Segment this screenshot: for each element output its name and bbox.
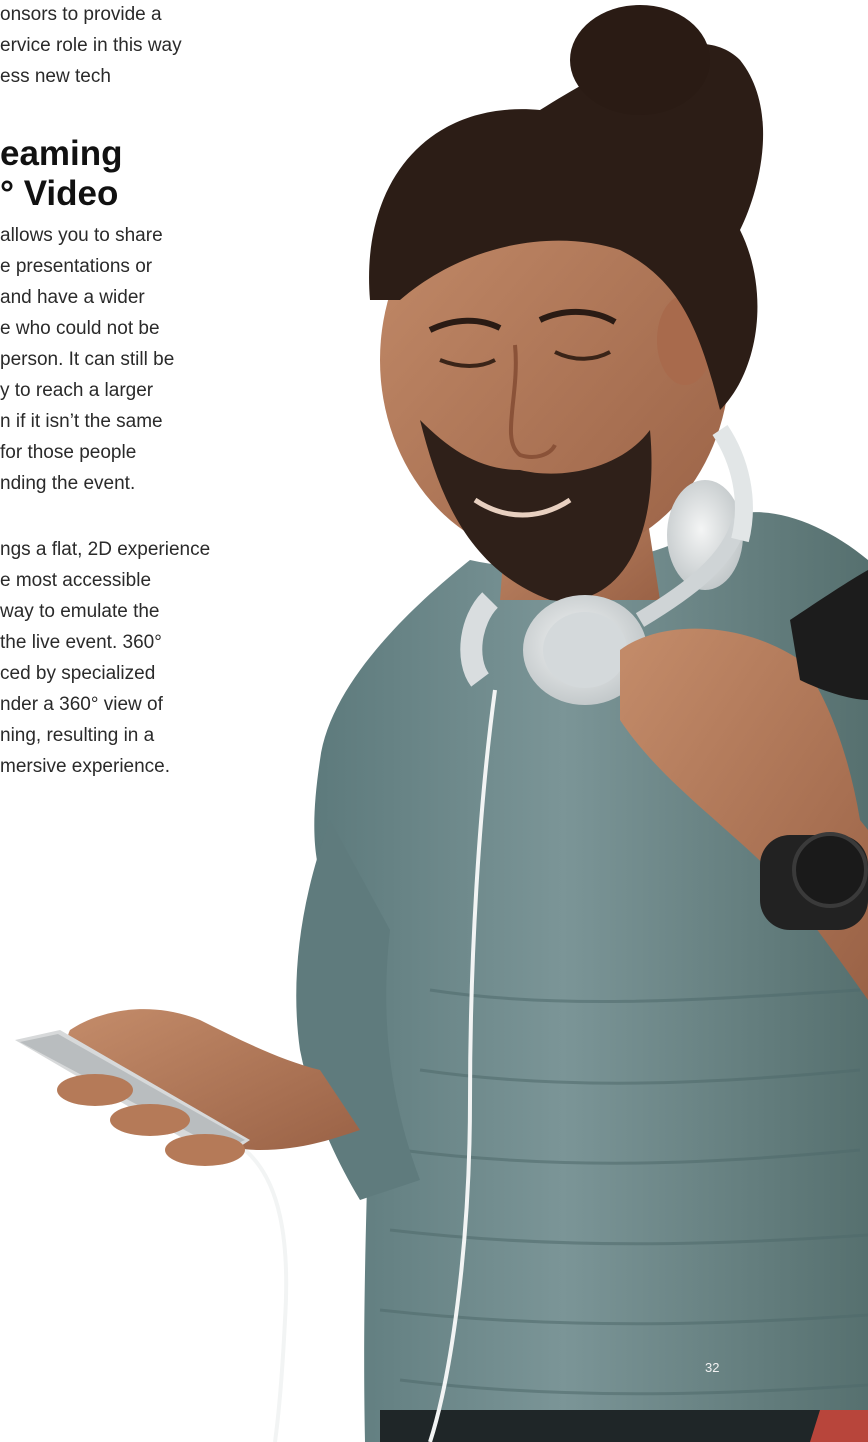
paragraph-line: n if it isn’t the same [0, 411, 163, 432]
section-heading-line: eaming [0, 134, 123, 173]
paragraph-line: allows you to share [0, 225, 163, 246]
paragraph-line: ngs a flat, 2D experience [0, 539, 211, 560]
section-heading-line: ° Video [0, 174, 119, 213]
paragraph-line: mersive experience. [0, 756, 171, 777]
paragraph-line: the live event. 360° [0, 632, 162, 653]
document-page: onsors to provide a ervice role in this … [0, 0, 868, 1442]
paragraph-line: e presentations or [0, 256, 153, 277]
paragraph-line: e most accessible [0, 570, 152, 591]
paragraph-line: y to reach a larger [0, 380, 154, 401]
intro-line: ess new tech [0, 66, 111, 87]
paragraph-line: nding the event. [0, 473, 136, 494]
paragraph-line: way to emulate the [0, 601, 160, 622]
intro-line: ervice role in this way [0, 35, 182, 56]
paragraph-line: ning, resulting in a [0, 725, 155, 746]
intro-line: onsors to provide a [0, 4, 162, 25]
paragraph-line: nder a 360° view of [0, 694, 163, 715]
paragraph-line: for those people [0, 442, 137, 463]
paragraph-line: person. It can still be [0, 349, 175, 370]
page-number: 32 [705, 1360, 720, 1375]
paragraph-line: e who could not be [0, 318, 160, 339]
paragraph-line: ced by specialized [0, 663, 156, 684]
paragraph-line: and have a wider [0, 287, 145, 308]
